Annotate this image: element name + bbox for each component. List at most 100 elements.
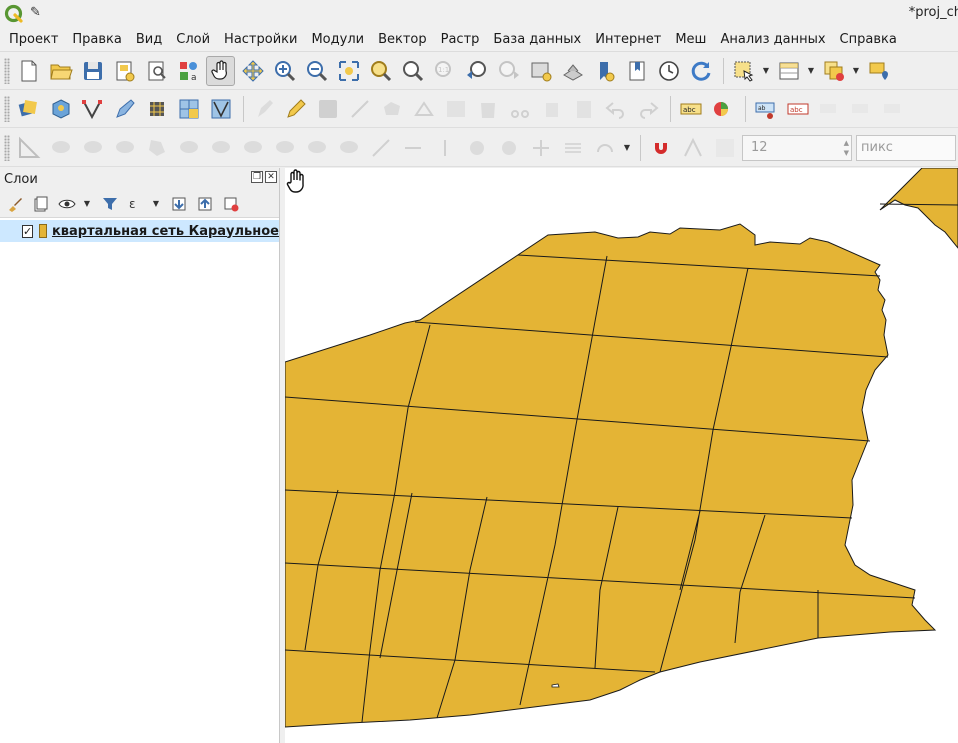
filter-legend-button[interactable] [99,193,121,215]
simplify-feature-button[interactable] [78,133,107,163]
zoom-last-button[interactable] [462,56,491,86]
copy-features-button[interactable] [537,94,566,124]
zoom-next-button[interactable] [494,56,523,86]
add-group-button[interactable] [30,193,52,215]
delete-ring-button[interactable] [206,133,235,163]
manage-visibility-button[interactable] [56,193,78,215]
toggle-editing-button[interactable] [281,94,310,124]
layer-labeling-button[interactable]: abc [676,94,705,124]
add-part-button[interactable] [142,133,171,163]
layout-manager-button[interactable] [142,56,171,86]
zoom-to-selection-button[interactable] [366,56,395,86]
menu-edit[interactable]: Правка [65,29,128,51]
menu-help[interactable]: Справка [833,29,904,51]
menu-processing[interactable]: Анализ данных [713,29,832,51]
new-virtual-layer-button[interactable] [174,94,203,124]
new-3d-view-button[interactable] [558,56,587,86]
layer-diagram-button[interactable] [708,94,737,124]
modify-attributes-button[interactable] [441,94,470,124]
style-layer-button[interactable] [4,193,26,215]
data-source-manager-button[interactable] [14,94,43,124]
spin-arrows[interactable]: ▲ ▼ [844,138,849,158]
pan-map-button[interactable] [206,55,235,86]
merge-features-button[interactable] [462,133,491,163]
zoom-out-button[interactable] [302,56,331,86]
close-panel-button[interactable]: ✕ [265,171,277,183]
split-features-button[interactable] [398,133,427,163]
attribute-table-dropdown[interactable]: ▼ [806,56,816,86]
collapse-all-button[interactable] [194,193,216,215]
layer-name[interactable]: квартальная сеть Караульное [52,224,279,239]
open-project-button[interactable] [46,56,75,86]
menu-plugins[interactable]: Модули [304,29,371,51]
snapping-tolerance-spinbox[interactable]: 12 ▲ ▼ [742,134,852,161]
reshape-features-button[interactable] [270,133,299,163]
pan-to-selection-button[interactable] [238,56,267,86]
delete-selected-button[interactable] [473,94,502,124]
rotate-label-button[interactable] [847,94,876,124]
new-project-button[interactable] [14,56,43,86]
trim-extend-button[interactable] [366,133,395,163]
filter-expression-button[interactable]: ε [125,193,147,215]
remove-layer-button[interactable] [220,193,242,215]
menu-project[interactable]: Проект [2,29,65,51]
expression-dropdown[interactable]: ▼ [151,189,161,219]
digitize-shape-button[interactable] [409,94,438,124]
menu-web[interactable]: Интернет [588,29,668,51]
layer-item[interactable]: ✓ квартальная сеть Караульное [0,220,279,242]
expand-all-button[interactable] [168,193,190,215]
deselect-dropdown[interactable]: ▼ [851,56,861,86]
undo-button[interactable] [601,94,630,124]
select-features-button[interactable] [729,56,758,86]
layer-symbol-swatch[interactable] [39,224,47,238]
enable-snapping-button[interactable] [646,133,675,163]
zoom-in-button[interactable] [270,56,299,86]
select-features-dropdown[interactable]: ▼ [761,56,771,86]
style-manager-button[interactable]: a [174,56,203,86]
paste-features-button[interactable] [569,94,598,124]
new-geopackage-layer-button[interactable] [46,94,75,124]
offset-curve-button[interactable] [302,133,331,163]
rotate-feature-button[interactable] [46,133,75,163]
snapping-type-button[interactable] [678,133,707,163]
map-canvas[interactable] [285,168,958,743]
territory-polygon[interactable] [285,223,937,728]
digitize-button[interactable] [110,94,139,124]
visibility-dropdown[interactable]: ▼ [82,189,92,219]
toolbar-grip[interactable] [4,57,10,84]
snapping-units-select[interactable]: пикс [856,134,956,161]
identify-features-button[interactable] [864,56,893,86]
zoom-native-button[interactable]: 1:1 [430,56,459,86]
delete-part-button[interactable] [238,133,267,163]
menu-raster[interactable]: Растр [434,29,487,51]
tracing-dropdown[interactable]: ▼ [622,133,632,163]
map-svg[interactable] [285,168,958,743]
add-ring-button[interactable] [110,133,139,163]
zoom-to-layer-button[interactable] [398,56,427,86]
new-map-view-button[interactable] [526,56,555,86]
toolbar-grip[interactable] [4,134,10,161]
territory-polygon-ne[interactable] [879,168,958,249]
open-attribute-table-button[interactable] [774,56,803,86]
redo-button[interactable] [633,94,662,124]
new-print-layout-button[interactable] [110,56,139,86]
pin-labels-button[interactable]: ab [751,94,780,124]
menu-view[interactable]: Вид [129,29,169,51]
advanced-digitizing-button[interactable] [14,133,43,163]
change-label-button[interactable] [879,94,908,124]
menu-layer[interactable]: Слой [169,29,217,51]
refresh-button[interactable] [686,56,715,86]
new-temporary-layer-button[interactable] [142,94,171,124]
menu-database[interactable]: База данных [486,29,588,51]
snapping-grid-button[interactable] [710,133,739,163]
layer-visibility-checkbox[interactable]: ✓ [22,224,34,238]
reverse-line-button[interactable] [334,133,363,163]
merge-attributes-button[interactable] [494,133,523,163]
vertex-tool-button[interactable] [78,94,107,124]
pin-icon[interactable]: ✎ [30,5,41,20]
rotate-point-symbols-button[interactable] [526,133,555,163]
toolbar-grip[interactable] [4,95,10,122]
current-edits-button[interactable] [249,94,278,124]
new-spatialite-layer-button[interactable] [206,94,235,124]
menu-settings[interactable]: Настройки [217,29,304,51]
